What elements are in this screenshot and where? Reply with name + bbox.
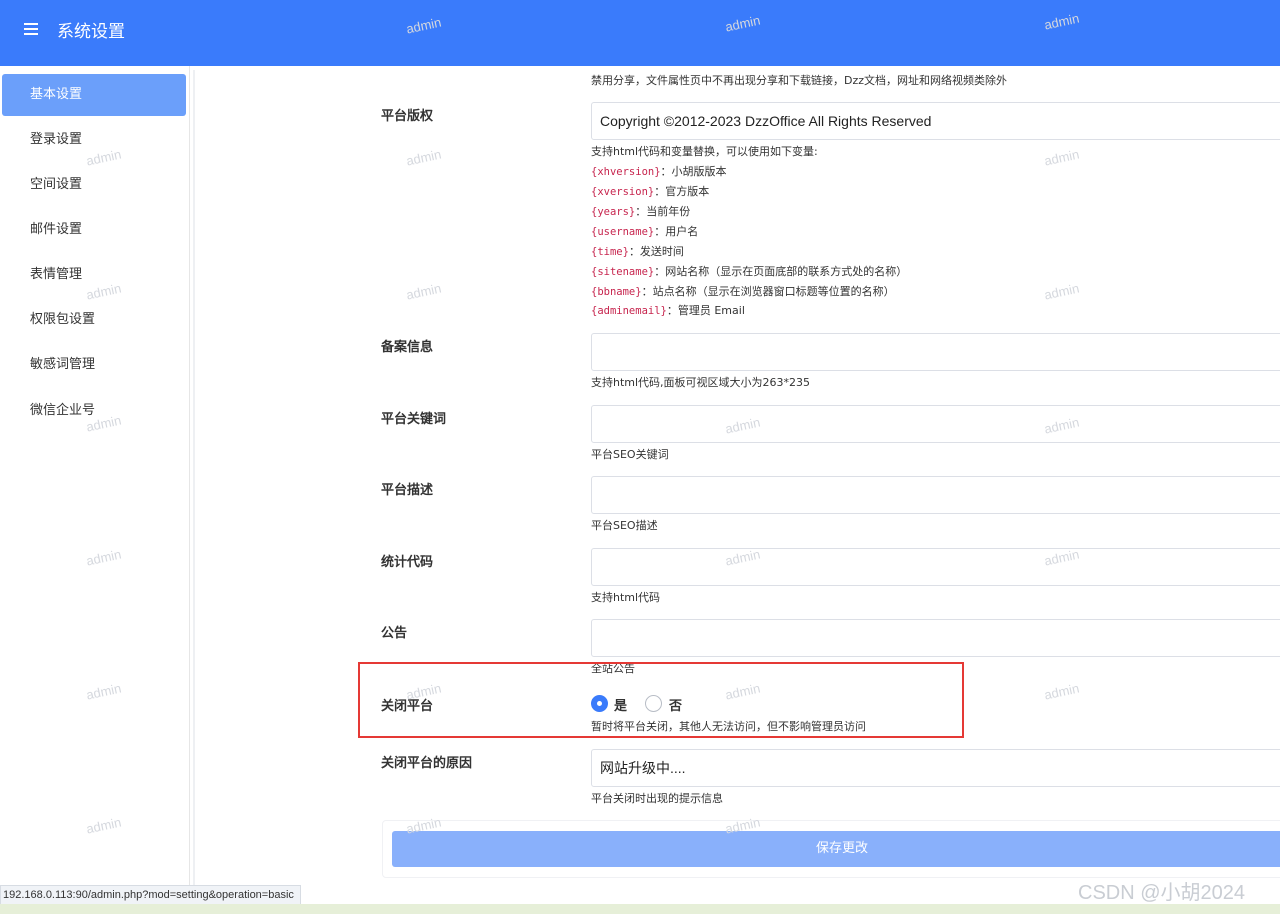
- watermark: admin: [1042, 680, 1081, 703]
- top-header: 系统设置: [0, 0, 1280, 66]
- keywords-input[interactable]: [591, 405, 1280, 443]
- icp-help: 支持html代码,面板可视区域大小为263*235: [591, 376, 811, 389]
- close-reason-label: 关闭平台的原因: [381, 756, 473, 771]
- description-help: 平台SEO描述: [591, 519, 658, 532]
- watermark: admin: [404, 146, 443, 169]
- variable-line: {sitename}：网站名称（显示在页面底部的联系方式处的名称）: [591, 265, 908, 278]
- variable-line: {adminemail}：管理员 Email: [591, 304, 745, 317]
- stats-input[interactable]: [591, 548, 1280, 586]
- variable-line: {xhversion}：小胡版版本: [591, 165, 727, 178]
- copyright-help: 支持html代码和变量替换，可以使用如下变量:: [591, 145, 818, 158]
- share-help-text: 禁用分享，文件属性页中不再出现分享和下载链接，Dzz文档，网址和网络视频类除外: [591, 74, 1008, 87]
- variable-line: {years}：当前年份: [591, 205, 691, 218]
- status-url: 192.168.0.113:90/admin.php?mod=setting&o…: [0, 885, 301, 905]
- watermark: admin: [1042, 146, 1081, 169]
- watermark: admin: [1042, 280, 1081, 303]
- taskbar: [0, 904, 1280, 914]
- sidebar-item-permission[interactable]: 权限包设置: [0, 299, 190, 341]
- page-title: 系统设置: [57, 22, 125, 42]
- close-reason-input[interactable]: 网站升级中....: [591, 749, 1280, 787]
- sidebar-item-mail[interactable]: 邮件设置: [0, 209, 190, 251]
- variable-line: {bbname}：站点名称（显示在浏览器窗口标题等位置的名称）: [591, 285, 895, 298]
- sidebar-item-space[interactable]: 空间设置: [0, 164, 190, 206]
- menu-icon[interactable]: [24, 20, 42, 40]
- content-divider: [193, 70, 195, 900]
- variable-line: {time}：发送时间: [591, 245, 684, 258]
- close-reason-help: 平台关闭时出现的提示信息: [591, 792, 723, 805]
- sidebar: 基本设置 登录设置 空间设置 邮件设置 表情管理 权限包设置 敏感词管理 微信企…: [0, 66, 190, 914]
- sidebar-item-sensitive-words[interactable]: 敏感词管理: [0, 344, 190, 386]
- copyright-input[interactable]: Copyright ©2012-2023 DzzOffice All Right…: [591, 102, 1280, 140]
- highlight-box: [358, 662, 964, 738]
- sidebar-item-basic[interactable]: 基本设置: [2, 74, 186, 116]
- icp-input[interactable]: [591, 333, 1280, 371]
- notice-input[interactable]: [591, 619, 1280, 657]
- keywords-label: 平台关键词: [381, 412, 447, 427]
- watermark: admin: [404, 280, 443, 303]
- stats-label: 统计代码: [381, 555, 434, 570]
- variable-line: {xversion}：官方版本: [591, 185, 710, 198]
- keywords-help: 平台SEO关键词: [591, 448, 669, 461]
- notice-label: 公告: [381, 626, 408, 641]
- variable-line: {username}：用户名: [591, 225, 699, 238]
- description-input[interactable]: [591, 476, 1280, 514]
- icp-label: 备案信息: [381, 340, 434, 355]
- copyright-label: 平台版权: [381, 109, 434, 124]
- save-button[interactable]: 保存更改: [392, 831, 1280, 867]
- description-label: 平台描述: [381, 483, 434, 498]
- stats-help: 支持html代码: [591, 591, 661, 604]
- csdn-watermark: CSDN @小胡2024: [1078, 882, 1246, 904]
